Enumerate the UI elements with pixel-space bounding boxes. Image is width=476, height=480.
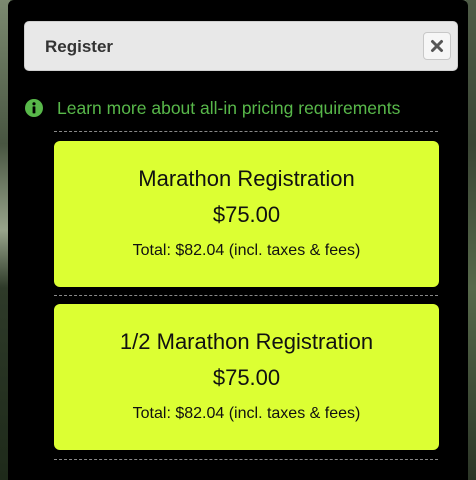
close-icon: [431, 40, 443, 52]
register-modal: Register Learn more about all-in pricing…: [8, 0, 468, 480]
all-in-pricing-link[interactable]: Learn more about all-in pricing requirem…: [57, 98, 400, 119]
registration-name: 1/2 Marathon Registration: [119, 329, 374, 354]
divider: [54, 295, 438, 296]
divider: [54, 459, 438, 460]
all-in-pricing-info: Learn more about all-in pricing requirem…: [24, 95, 444, 121]
divider: [54, 131, 438, 132]
registration-total: Total: $82.04 (incl. taxes & fees): [132, 242, 361, 259]
registration-price: $75.00: [212, 365, 281, 390]
info-circle-icon: [25, 99, 43, 117]
close-button[interactable]: [423, 32, 451, 60]
modal-header: Register: [24, 21, 458, 71]
modal-title: Register: [45, 37, 114, 56]
registration-option-marathon[interactable]: Marathon Registration $75.00 Total: $82.…: [54, 141, 439, 287]
registration-price: $75.00: [212, 202, 281, 227]
registration-name: Marathon Registration: [138, 166, 355, 191]
registration-total: Total: $82.04 (incl. taxes & fees): [132, 405, 361, 422]
registration-option-half-marathon[interactable]: 1/2 Marathon Registration $75.00 Total: …: [54, 304, 439, 450]
